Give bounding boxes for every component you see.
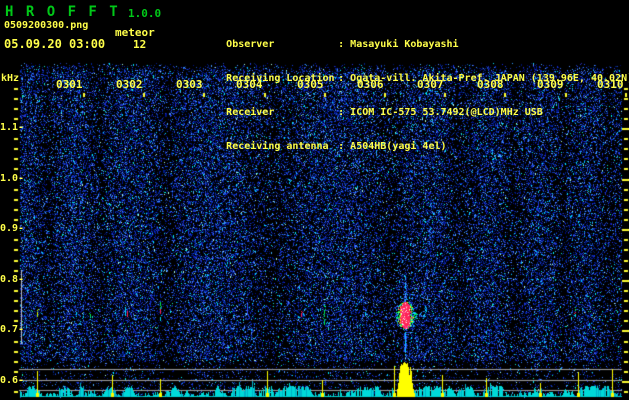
info-colon: : [338, 107, 345, 118]
freq-tick-label: 1.0- [0, 173, 25, 184]
output-filename: 0509200300.png [4, 20, 89, 31]
freq-tick-label: 0.8- [0, 274, 25, 285]
info-colon: : [338, 39, 345, 50]
info-label: Receiving antenna [226, 141, 329, 152]
time-tick-label: 0305 [297, 78, 324, 91]
hrofft-window: H R O F F T 1.0.0 0509200300.png meteor … [0, 0, 629, 400]
time-tick-label: 0308 [477, 78, 504, 91]
time-tick-label: 0302 [116, 78, 143, 91]
info-value: A504HB(yagi 4el) [350, 141, 447, 152]
info-row-receiver: Receiver: ICOM IC-575 53.7492(@LCD)MHz US… [178, 95, 629, 118]
freq-tick-label: 0.7- [0, 324, 25, 335]
info-value: ICOM IC-575 53.7492(@LCD)MHz USB [350, 107, 543, 118]
app-version: 1.0.0 [128, 7, 162, 20]
time-tick-label: 0304 [236, 78, 263, 91]
time-tick-label: 0307 [417, 78, 444, 91]
freq-tick-label: 0.9- [0, 223, 25, 234]
freq-unit-label: kHz [1, 73, 20, 84]
observation-datetime: 05.09.20 03:00 [4, 37, 106, 51]
info-row-antenna: Receiving antenna: A504HB(yagi 4el) [178, 129, 629, 152]
time-tick-label: 0310 [597, 78, 624, 91]
freq-tick-label: 0.6- [0, 375, 25, 386]
info-colon: : [338, 73, 345, 84]
time-tick-label: 0303 [176, 78, 203, 91]
meteor-count: 12 [133, 38, 147, 51]
info-row-observer: Observer: Masayuki Kobayashi [178, 27, 629, 50]
info-row-location: Receiving Location: Ogata-vill. Akita-Pre… [178, 61, 629, 84]
time-tick-label: 0301 [56, 78, 83, 91]
info-label: Receiver [226, 107, 275, 118]
info-label: Observer [226, 39, 275, 50]
freq-tick-label: 1.1- [0, 122, 25, 133]
info-value: Masayuki Kobayashi [350, 39, 459, 50]
time-tick-label: 0306 [357, 78, 384, 91]
time-tick-label: 0309 [537, 78, 564, 91]
app-title: H R O F F T [5, 4, 120, 20]
info-colon: : [338, 141, 345, 152]
